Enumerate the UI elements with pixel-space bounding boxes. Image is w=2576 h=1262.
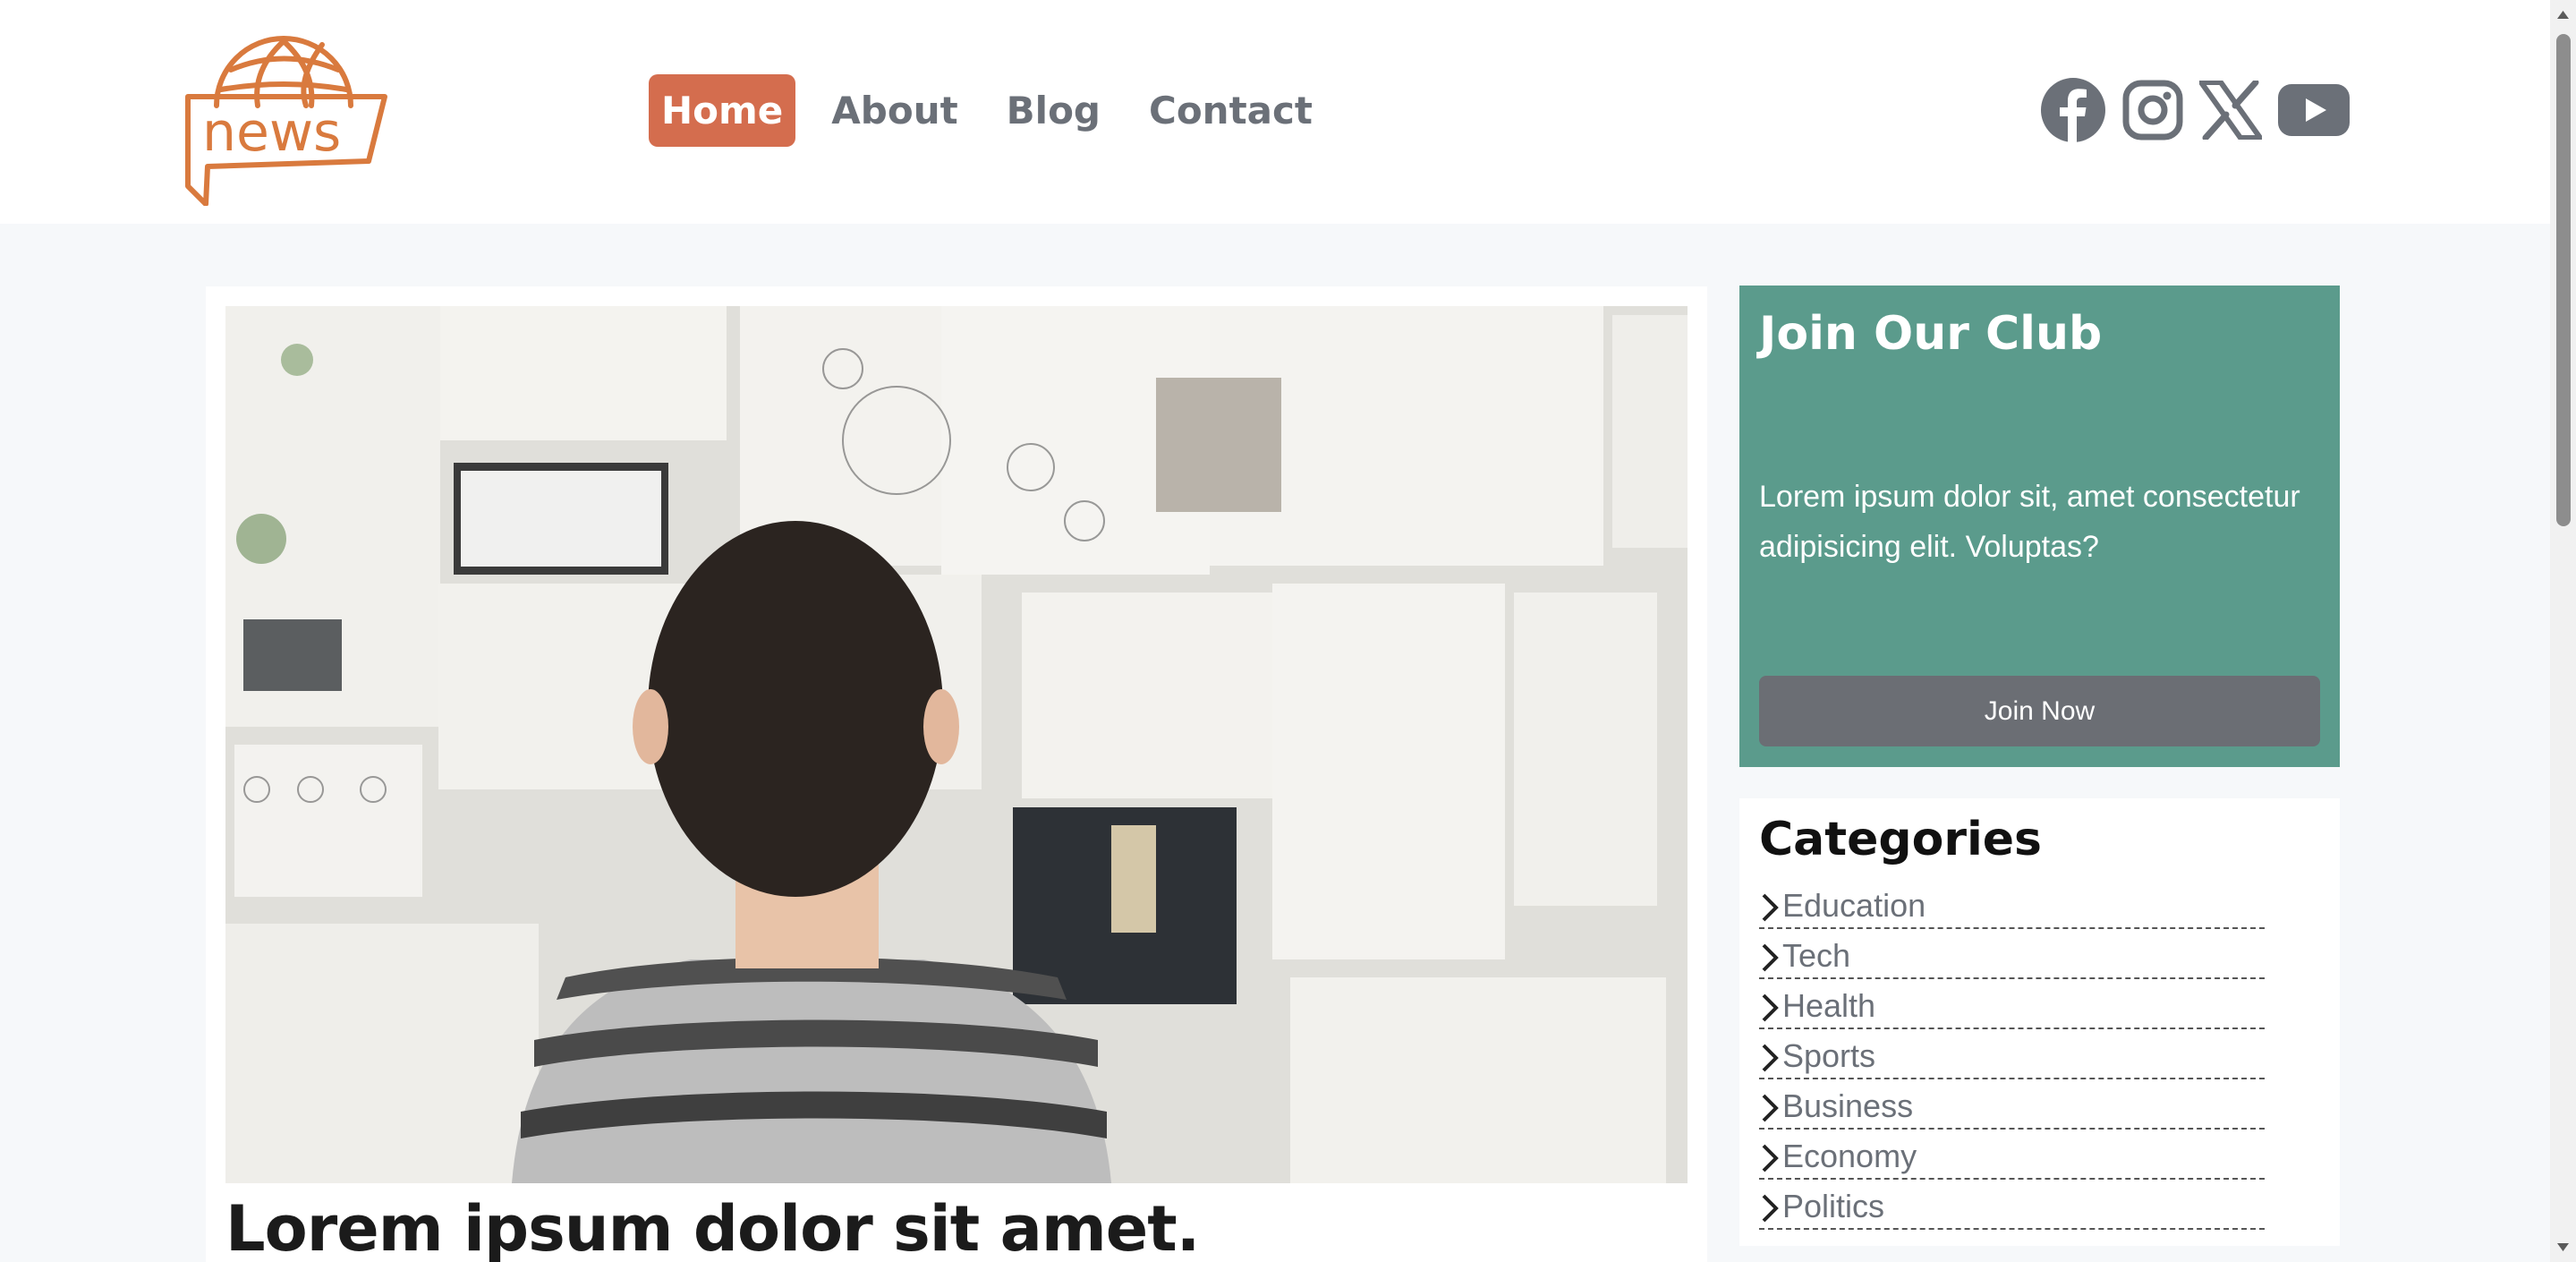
category-label: Health bbox=[1782, 987, 1876, 1024]
club-title: Join Our Club bbox=[1759, 307, 2103, 361]
nav-contact[interactable]: Contact bbox=[1136, 74, 1325, 147]
main-nav: Home About Blog Contact bbox=[649, 74, 1348, 147]
logo-text: news bbox=[202, 101, 341, 164]
chevron-right-icon bbox=[1762, 893, 1779, 922]
categories-title: Categories bbox=[1759, 813, 2043, 866]
featured-post-card: Lorem ipsum dolor sit amet. bbox=[206, 286, 1707, 1262]
scroll-up-icon[interactable] bbox=[2556, 9, 2570, 20]
category-item-education[interactable]: Education bbox=[1759, 879, 2265, 929]
vertical-scrollbar[interactable] bbox=[2550, 0, 2576, 1262]
scroll-thumb[interactable] bbox=[2556, 34, 2571, 526]
scroll-down-icon[interactable] bbox=[2556, 1242, 2570, 1253]
chevron-right-icon bbox=[1762, 943, 1779, 972]
category-label: Business bbox=[1782, 1087, 1914, 1124]
site-header: news Home About Blog Contact bbox=[0, 0, 2550, 224]
social-links bbox=[2040, 77, 2366, 148]
category-item-health[interactable]: Health bbox=[1759, 979, 2265, 1029]
chevron-right-icon bbox=[1762, 1194, 1779, 1223]
instagram-icon[interactable] bbox=[2122, 80, 2183, 145]
category-item-tech[interactable]: Tech bbox=[1759, 929, 2265, 979]
category-item-business[interactable]: Business bbox=[1759, 1079, 2265, 1130]
chevron-right-icon bbox=[1762, 1044, 1779, 1072]
categories-panel: Categories Education Tech Health Sports … bbox=[1739, 798, 2340, 1246]
nav-blog[interactable]: Blog bbox=[994, 74, 1113, 147]
join-club-panel: Join Our Club Lorem ipsum dolor sit, ame… bbox=[1739, 286, 2340, 767]
youtube-icon[interactable] bbox=[2278, 84, 2350, 141]
club-description: Lorem ipsum dolor sit, amet consectetur … bbox=[1759, 480, 2300, 564]
chevron-right-icon bbox=[1762, 1094, 1779, 1122]
category-label: Education bbox=[1782, 887, 1926, 924]
category-label: Politics bbox=[1782, 1188, 1885, 1224]
news-logo[interactable]: news bbox=[181, 16, 388, 206]
category-item-sports[interactable]: Sports bbox=[1759, 1029, 2265, 1079]
chevron-right-icon bbox=[1762, 993, 1779, 1022]
nav-home[interactable]: Home bbox=[649, 74, 796, 147]
category-label: Tech bbox=[1782, 937, 1851, 974]
hero-image[interactable] bbox=[225, 306, 1688, 1183]
chevron-right-icon bbox=[1762, 1144, 1779, 1172]
facebook-icon[interactable] bbox=[2040, 77, 2106, 148]
x-icon[interactable] bbox=[2198, 79, 2263, 144]
join-now-button[interactable]: Join Now bbox=[1759, 676, 2320, 746]
category-item-economy[interactable]: Economy bbox=[1759, 1130, 2265, 1180]
post-title[interactable]: Lorem ipsum dolor sit amet. bbox=[225, 1192, 1200, 1262]
category-item-politics[interactable]: Politics bbox=[1759, 1180, 2265, 1230]
category-label: Sports bbox=[1782, 1037, 1876, 1074]
categories-list: Education Tech Health Sports Business Ec… bbox=[1759, 879, 2265, 1230]
category-label: Economy bbox=[1782, 1138, 1917, 1174]
nav-about[interactable]: About bbox=[819, 74, 970, 147]
